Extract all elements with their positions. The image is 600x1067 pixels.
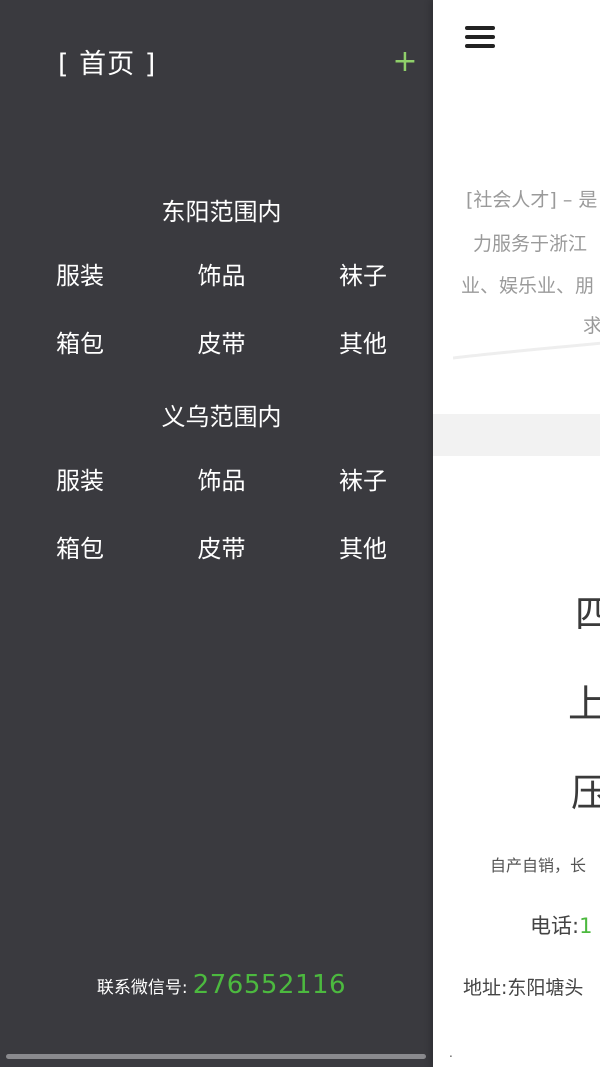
category-item-other[interactable]: 其他 — [283, 535, 443, 563]
intro-line: 力服务于浙江 — [473, 233, 588, 255]
heading-char: 压 — [571, 771, 600, 815]
category-item-accessories[interactable]: 饰品 — [160, 467, 283, 495]
home-link[interactable]: [ 首页 ] — [58, 42, 156, 81]
heading-char: 上 — [568, 682, 600, 726]
add-icon[interactable]: + — [392, 44, 418, 80]
phone-label: 电话: — [530, 914, 580, 938]
wechat-contact: 联系微信号: 276552116 — [0, 970, 443, 1000]
phone-line: 电话:1 — [530, 910, 592, 940]
category-item-bags[interactable]: 箱包 — [0, 535, 160, 563]
category-item-clothing[interactable]: 服装 — [0, 467, 160, 495]
phone-number[interactable]: 1 — [579, 914, 592, 938]
wechat-label: 联系微信号: — [96, 978, 188, 998]
intro-line: [社会人才] – 是 — [466, 189, 598, 211]
main-page: [社会人才] – 是 力服务于浙江 业、娱乐业、朋 求 四 上 压 自产自销，长… — [433, 0, 600, 1067]
category-grid-yiwu: 服装 饰品 袜子 箱包 皮带 其他 — [0, 467, 443, 563]
section-title-yiwu: 义乌范围内 — [161, 403, 282, 431]
horizontal-scrollbar[interactable] — [6, 1054, 426, 1059]
intro-line: 业、娱乐业、朋 — [461, 275, 595, 297]
category-item-socks[interactable]: 袜子 — [283, 262, 443, 290]
heading-char: 四 — [575, 592, 600, 636]
category-item-belts[interactable]: 皮带 — [160, 535, 283, 563]
category-item-other[interactable]: 其他 — [283, 330, 443, 358]
section-divider — [433, 414, 600, 456]
wechat-id[interactable]: 276552116 — [193, 970, 346, 1000]
category-item-accessories[interactable]: 饰品 — [160, 262, 283, 290]
hamburger-menu-icon[interactable] — [465, 26, 495, 50]
category-grid-dongyang: 服装 饰品 袜子 箱包 皮带 其他 — [0, 262, 443, 358]
category-item-clothing[interactable]: 服装 — [0, 262, 160, 290]
category-item-socks[interactable]: 袜子 — [283, 467, 443, 495]
footer-dot: . — [449, 1046, 453, 1060]
product-description: 自产自销，长 — [490, 856, 587, 875]
banner-decoration — [453, 341, 600, 360]
category-item-belts[interactable]: 皮带 — [160, 330, 283, 358]
navigation-drawer: [ 首页 ] + 东阳范围内 服装 饰品 袜子 箱包 皮带 其他 义乌范围内 服… — [0, 0, 433, 1067]
address-line: 地址:东阳塘头 — [463, 977, 584, 999]
section-title-dongyang: 东阳范围内 — [161, 198, 282, 226]
category-item-bags[interactable]: 箱包 — [0, 330, 160, 358]
